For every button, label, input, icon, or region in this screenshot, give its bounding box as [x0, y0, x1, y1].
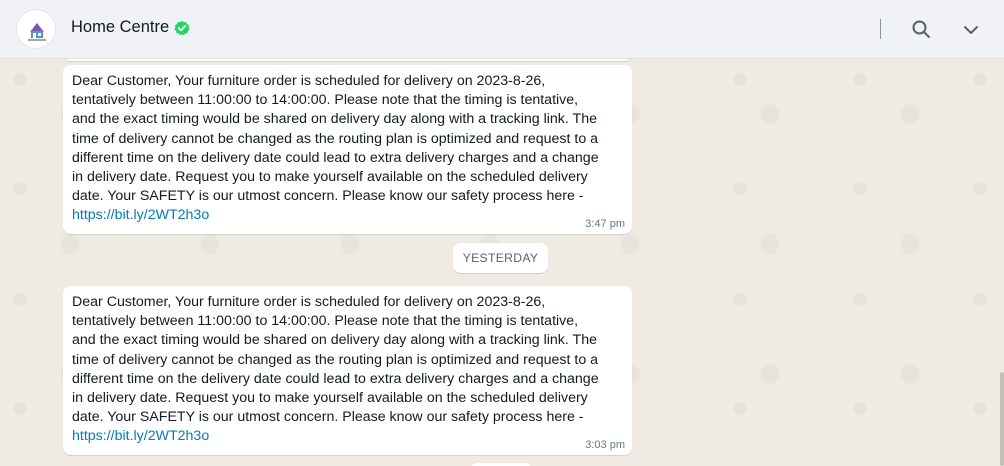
message-bubble[interactable]: Dear Customer, Your furniture order is s…: [63, 286, 632, 455]
contact-title[interactable]: Home Centre: [71, 18, 190, 37]
message-text: Dear Customer, Your furniture order is s…: [72, 294, 599, 426]
date-divider: YESTERDAY: [453, 243, 548, 273]
chevron-down-icon: [964, 26, 978, 34]
message-time: 3:47 pm: [585, 217, 625, 230]
menu-button[interactable]: [959, 17, 983, 41]
chat-scrollbar[interactable]: [1000, 372, 1004, 466]
message-bubble[interactable]: Dear Customer, Your furniture order is s…: [63, 65, 632, 234]
contact-avatar[interactable]: [16, 9, 56, 49]
search-icon: [912, 20, 930, 38]
chat-header: Home Centre: [0, 0, 1004, 59]
search-button[interactable]: [909, 17, 933, 41]
verified-check-icon: [174, 20, 190, 35]
message-time: 3:03 pm: [585, 438, 625, 451]
header-divider: [880, 19, 881, 39]
previous-message-bubble: [63, 59, 632, 61]
message-list[interactable]: Dear Customer, Your furniture order is s…: [0, 59, 1004, 466]
home-centre-logo-icon: [17, 10, 55, 48]
message-text: Dear Customer, Your furniture order is s…: [72, 73, 599, 205]
message-link[interactable]: https://bit.ly/2WT2h3o: [72, 206, 623, 225]
contact-name: Home Centre: [71, 18, 170, 36]
message-link[interactable]: https://bit.ly/2WT2h3o: [72, 427, 623, 446]
